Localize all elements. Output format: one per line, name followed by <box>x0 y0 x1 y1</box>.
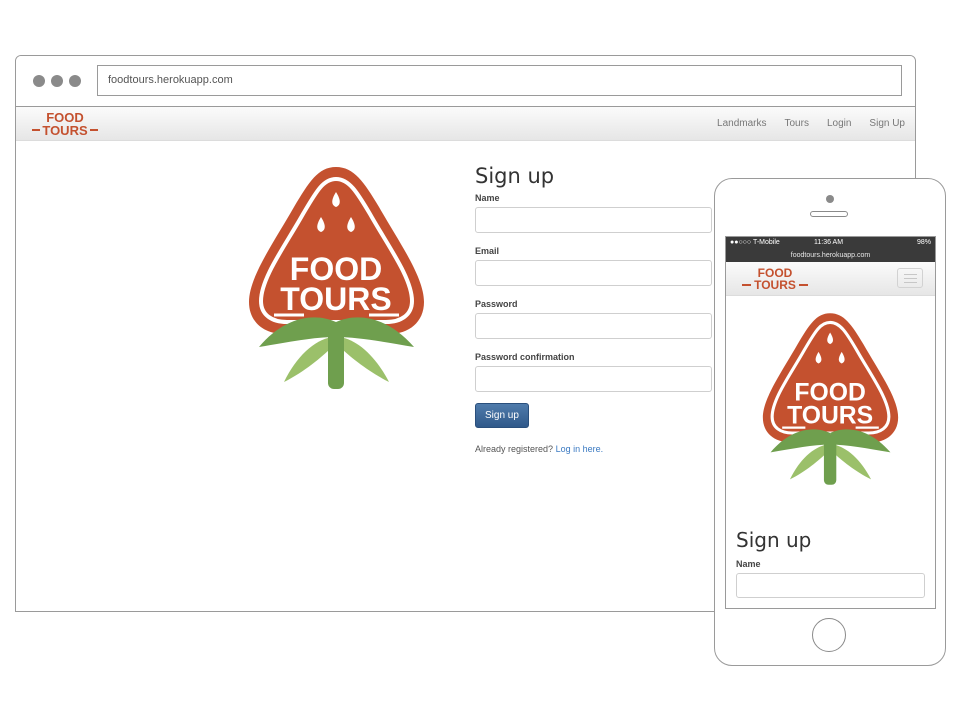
nav-link-tours[interactable]: Tours <box>785 118 809 129</box>
nav-link-landmarks[interactable]: Landmarks <box>717 118 766 129</box>
password-input[interactable] <box>475 313 712 339</box>
site-navbar: FOOD TOURS Landmarks Tours Login Sign Up <box>16 107 915 141</box>
address-bar[interactable]: foodtours.herokuapp.com <box>97 65 902 96</box>
phone-screen: ●●○○○ T-Mobile 11:36 AM 98% foodtours.he… <box>725 236 936 609</box>
mobile-brand-logo[interactable]: FOOD TOURS <box>740 266 810 297</box>
speaker-icon <box>810 211 848 217</box>
login-link[interactable]: Log in here. <box>556 444 604 454</box>
camera-icon <box>826 195 834 203</box>
window-dot-icon <box>33 75 45 87</box>
brand-logo[interactable]: FOOD TOURS <box>30 110 100 143</box>
already-registered-label: Already registered? <box>475 444 554 454</box>
status-battery: 98% <box>916 239 931 246</box>
status-bar: ●●○○○ T-Mobile 11:36 AM 98% <box>726 237 935 251</box>
nav-links: Landmarks Tours Login Sign Up <box>717 107 905 140</box>
mobile-url[interactable]: foodtours.herokuapp.com <box>726 251 935 262</box>
food-tours-logo: FOOD TOURS <box>244 162 429 399</box>
email-input[interactable] <box>475 260 712 286</box>
brand-line2: TOURS <box>42 123 88 138</box>
hamburger-menu-icon[interactable] <box>897 268 923 288</box>
nav-link-login[interactable]: Login <box>827 118 851 129</box>
browser-chrome: foodtours.herokuapp.com <box>16 56 915 107</box>
mobile-brand-line2: TOURS <box>754 278 796 292</box>
password-confirmation-label: Password confirmation <box>475 352 575 362</box>
window-dot-icon <box>69 75 81 87</box>
mobile-page-title: Sign up <box>736 528 812 552</box>
sign-up-button[interactable]: Sign up <box>475 403 529 428</box>
strawberry-logo-icon: FOOD TOURS <box>249 167 424 389</box>
already-registered-text: Already registered? Log in here. <box>475 444 712 454</box>
mobile-food-tours-logo: FOOD TOURS <box>759 309 902 494</box>
mobile-brand-logo-icon: FOOD TOURS <box>742 266 808 292</box>
logo-line2: TOURS <box>280 281 391 317</box>
page-title: Sign up <box>475 164 555 188</box>
name-label: Name <box>475 193 500 203</box>
brand-logo-icon: FOOD TOURS <box>32 110 98 138</box>
password-label: Password <box>475 299 518 309</box>
name-input[interactable] <box>475 207 712 233</box>
status-time: 11:36 AM <box>814 239 844 246</box>
mobile-name-input[interactable] <box>736 573 925 598</box>
email-label: Email <box>475 246 500 256</box>
home-button-icon[interactable] <box>812 618 846 652</box>
password-confirmation-input[interactable] <box>475 366 712 392</box>
mobile-strawberry-logo-icon: FOOD TOURS <box>762 313 899 485</box>
mobile-logo-line2: TOURS <box>787 403 873 430</box>
status-carrier: ●●○○○ T-Mobile <box>730 239 780 246</box>
mobile-navbar: FOOD TOURS <box>726 262 935 296</box>
phone-mockup: ●●○○○ T-Mobile 11:36 AM 98% foodtours.he… <box>714 178 946 666</box>
sign-up-form: Sign up Name Email Password Password con… <box>475 164 712 454</box>
nav-link-sign-up[interactable]: Sign Up <box>869 118 905 129</box>
mobile-name-label: Name <box>736 559 761 569</box>
window-dot-icon <box>51 75 63 87</box>
